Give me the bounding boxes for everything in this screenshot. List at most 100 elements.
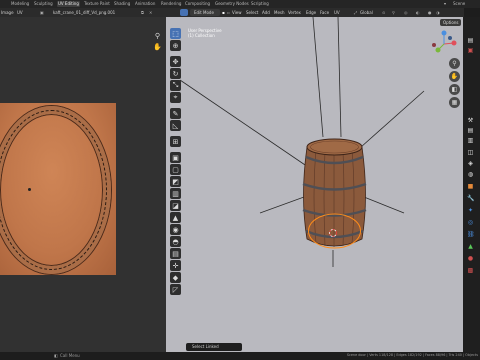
tab-compositing[interactable]: Compositing	[184, 1, 211, 7]
image-name-field[interactable]: kaft_crane_01_diff_Vd_png.001	[53, 10, 115, 15]
measure-tool-icon[interactable]: ◺	[170, 120, 181, 131]
menu-view[interactable]: View	[232, 10, 242, 15]
bevel-tool-icon[interactable]: ◩	[170, 176, 181, 187]
tab-modeling[interactable]: Modeling	[10, 1, 30, 7]
object-color-icon[interactable]: ▣	[467, 47, 474, 54]
editor-type-icon[interactable]	[180, 9, 188, 16]
particles-props-icon[interactable]: ✦	[467, 207, 474, 214]
tab-scripting[interactable]: Scripting	[250, 1, 270, 7]
viewport-scene	[179, 17, 425, 267]
menu-select[interactable]: Select	[246, 10, 258, 15]
3d-viewport[interactable]	[166, 17, 463, 352]
physics-props-icon[interactable]: ◎	[467, 219, 474, 226]
snap-icon[interactable]: ⚲	[392, 10, 395, 15]
y-axis-icon	[435, 47, 441, 53]
properties-icon-strip: ▤ ▣ ⚒ ▤ ▥ ◫ ◈ ◍ ■ 🔧 ✦ ◎ ⛓ ▲ ● ▩	[463, 17, 480, 352]
select-linked-popup[interactable]: Select Linked	[186, 343, 242, 351]
material-props-icon[interactable]: ●	[467, 255, 474, 262]
tab-animation[interactable]: Animation	[134, 1, 156, 7]
viewport-header: Edit Mode ▪ ▫ View Select Add Mesh Verte…	[166, 8, 464, 17]
image-mode-label[interactable]: Image	[1, 10, 14, 15]
transform-tool-icon[interactable]: ⌖	[170, 92, 181, 103]
navigation-gizmo[interactable]	[430, 30, 458, 58]
texture-props-icon[interactable]: ▩	[467, 267, 474, 274]
knife-tool-icon[interactable]: ◪	[170, 200, 181, 211]
orientation-dropdown[interactable]: Global	[360, 10, 373, 15]
proportional-edit-icon[interactable]: ◎	[404, 10, 408, 15]
scene-selector[interactable]: Scene	[452, 1, 466, 7]
loop-cut-tool-icon[interactable]: ▥	[170, 188, 181, 199]
pivot-icon[interactable]: ⊙	[382, 10, 385, 15]
tool-props-icon[interactable]: ⚒	[467, 117, 474, 124]
transform-orientation-icon[interactable]: ⤢	[354, 10, 357, 15]
inset-tool-icon[interactable]: ▢	[170, 164, 181, 175]
annotate-tool-icon[interactable]: ✎	[170, 108, 181, 119]
scene-statistics: Scene door | Verts 118/128 | Edges 182/1…	[346, 353, 478, 357]
data-props-icon[interactable]: ▲	[467, 243, 474, 250]
image-browse-icon[interactable]: ▣	[40, 10, 44, 15]
select-box-icon[interactable]: ⬚	[170, 28, 181, 39]
light-rig-lines	[179, 17, 425, 267]
shear-tool-icon[interactable]: ◆	[170, 272, 181, 283]
zoom-view-icon[interactable]: ⚲	[449, 58, 460, 69]
overlay-icon[interactable]: ◐	[416, 10, 420, 15]
menu-uv[interactable]: UV	[334, 10, 340, 15]
tab-uv-editing[interactable]: UV Editing	[57, 1, 80, 7]
pan-view-icon[interactable]: ✋	[449, 71, 460, 82]
collection-label: (1) Collection	[188, 33, 215, 38]
menu-add[interactable]: Add	[262, 10, 270, 15]
barrel-mesh	[302, 138, 367, 247]
output-props-icon[interactable]: ▥	[467, 137, 474, 144]
tab-sculpting[interactable]: Sculpting	[33, 1, 54, 7]
ortho-toggle-icon[interactable]: ▦	[449, 97, 460, 108]
render-props-icon[interactable]: ▤	[467, 127, 474, 134]
uv-menu[interactable]: UV	[17, 10, 23, 15]
shading-material-icon[interactable]: ◑	[436, 10, 440, 15]
scene-icon[interactable]: ▾	[443, 1, 447, 7]
cursor-tool-icon[interactable]: ⊕	[170, 40, 181, 51]
neg-x-axis-icon	[432, 43, 436, 47]
scale-tool-icon[interactable]: ⤡	[170, 80, 181, 91]
world-props-icon[interactable]: ◍	[467, 171, 474, 178]
view-layer-icon[interactable]: ◫	[467, 149, 474, 156]
menu-vertex[interactable]: Vertex	[288, 10, 301, 15]
scene-props-icon[interactable]: ◈	[467, 160, 474, 167]
menu-edge[interactable]: Edge	[306, 10, 316, 15]
status-bar: ◧ Call Menu Scene door | Verts 118/128 |…	[0, 352, 480, 360]
uv-vertex-dots	[0, 110, 107, 270]
spin-tool-icon[interactable]: ◉	[170, 224, 181, 235]
tab-geometry-nodes[interactable]: Geometry Nodes	[214, 1, 250, 7]
zoom-icon[interactable]: ⚲	[152, 30, 163, 41]
tab-shading[interactable]: Shading	[113, 1, 131, 7]
shrink-fatten-tool-icon[interactable]: ✛	[170, 260, 181, 271]
tab-texture-paint[interactable]: Texture Paint	[83, 1, 111, 7]
rip-tool-icon[interactable]: ◸	[170, 284, 181, 295]
edge-slide-tool-icon[interactable]: ▤	[170, 248, 181, 259]
add-cube-tool-icon[interactable]: ⊞	[170, 136, 181, 147]
viewport-toolbar: ⬚ ⊕ ✥ ↻ ⤡ ⌖ ✎ ◺ ⊞ ▣ ▢ ◩ ▥ ◪ ▲ ◉ ◓ ▤ ✛ ◆ …	[170, 28, 183, 300]
options-dropdown[interactable]: Options	[440, 19, 462, 26]
pan-hand-icon[interactable]: ✋	[152, 41, 163, 52]
camera-view-icon[interactable]: ◧	[449, 84, 460, 95]
constraints-props-icon[interactable]: ⛓	[467, 231, 475, 238]
uv-2d-cursor-icon[interactable]	[28, 188, 31, 191]
neg-y-axis-icon	[448, 36, 452, 40]
uv-nav-tools: ⚲ ✋	[152, 30, 164, 52]
mouse-icon: ◧	[54, 353, 58, 358]
close-image-icon[interactable]: ✕	[149, 10, 152, 15]
outliner-icon[interactable]: ▤	[467, 37, 474, 44]
smooth-tool-icon[interactable]: ◓	[170, 236, 181, 247]
shading-solid-icon[interactable]: ●	[428, 10, 432, 15]
menu-face[interactable]: Face	[320, 10, 329, 15]
tab-rendering[interactable]: Rendering	[160, 1, 182, 7]
poly-build-tool-icon[interactable]: ▲	[170, 212, 181, 223]
rotate-tool-icon[interactable]: ↻	[170, 68, 181, 79]
vertex-select-icon[interactable]: ▪	[222, 10, 225, 15]
object-props-icon[interactable]: ■	[467, 183, 474, 190]
modifier-props-icon[interactable]: 🔧	[467, 195, 474, 202]
menu-mesh[interactable]: Mesh	[274, 10, 285, 15]
extrude-tool-icon[interactable]: ▣	[170, 152, 181, 163]
new-image-icon[interactable]: ⧉	[141, 10, 144, 15]
edge-select-icon[interactable]: ▫	[227, 10, 230, 15]
move-tool-icon[interactable]: ✥	[170, 56, 181, 67]
